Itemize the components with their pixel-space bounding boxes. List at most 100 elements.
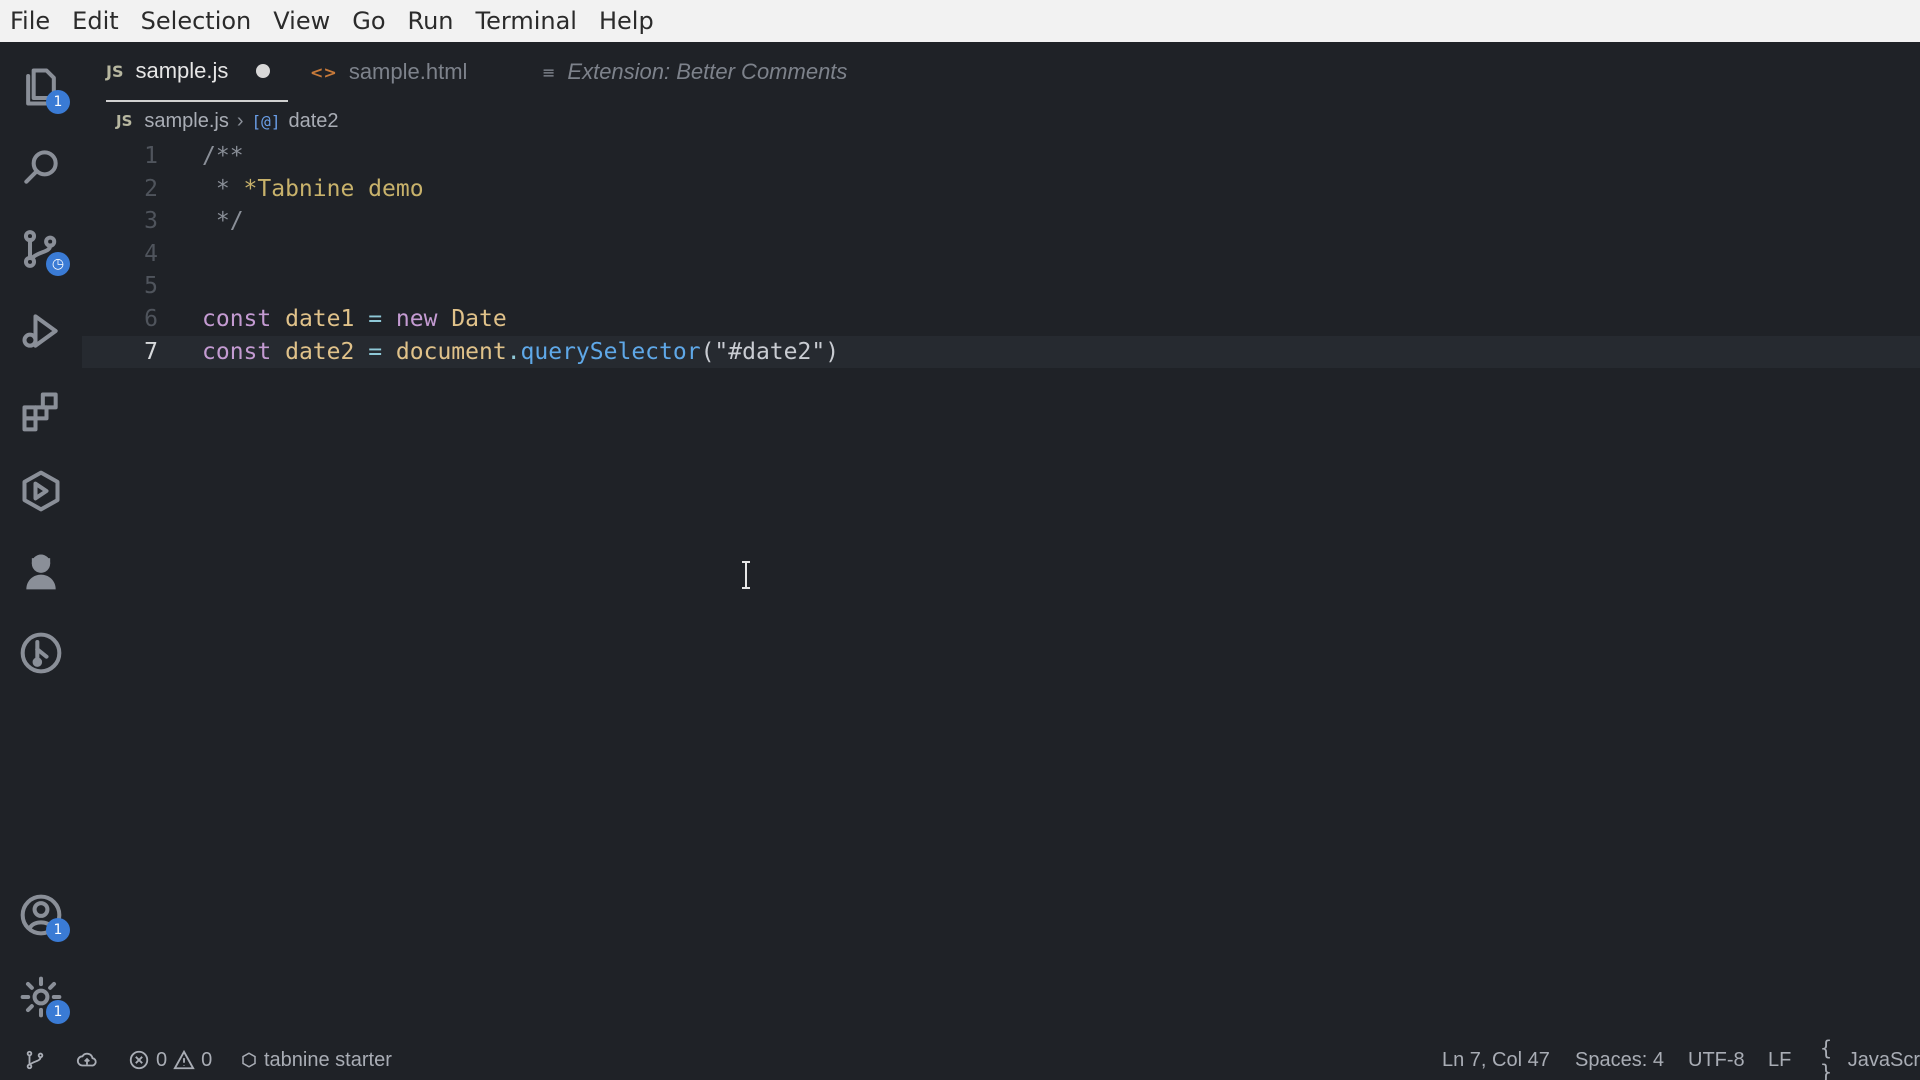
code-token: */ [202,208,244,235]
html-file-icon: <> [310,62,337,82]
menu-view[interactable]: View [273,7,330,35]
git-graph-icon [20,632,62,674]
tab-sample-html[interactable]: <> sample.html [310,42,467,102]
menu-help[interactable]: Help [599,7,654,35]
code-token: document [395,338,507,365]
user-profile-button[interactable] [16,546,66,596]
code-token: = [354,306,396,332]
tabnine-status[interactable]: tabnine starter [240,1040,392,1080]
warning-count: 0 [201,1048,213,1071]
code-text: */ [202,208,244,234]
line-number: 7 [144,338,158,365]
code-token: ) [825,338,840,365]
problems-button[interactable]: 0 0 [128,1040,212,1080]
code-token: . [506,338,521,365]
code-token: "#date2" [714,338,826,365]
line-number: 5 [144,273,158,300]
search-icon [24,150,58,184]
git-branch-icon [26,1050,44,1070]
code-line[interactable]: 4 [82,238,1920,270]
code-token: const [202,338,272,365]
code-token: ( [700,338,715,365]
menu-file[interactable]: File [10,7,50,35]
eol-label: LF [1768,1048,1792,1071]
text-cursor-icon [742,561,750,589]
explorer-button[interactable]: 1 [16,62,70,114]
line-number: 1 [144,143,158,169]
language-label: JavaScr [1847,1048,1920,1071]
warning-icon [173,1049,195,1070]
git-graph-button[interactable] [16,628,66,678]
code-line[interactable]: 3 */ [82,205,1920,237]
language-mode-button[interactable]: { } JavaScr [1820,1036,1920,1080]
search-button[interactable] [16,142,66,192]
tab-bar: JS sample.js <> sample.html ≡ Extension:… [82,42,1920,102]
eol-button[interactable]: LF [1768,1040,1791,1080]
encoding-button[interactable]: UTF-8 [1688,1040,1745,1080]
extensions-button[interactable] [16,386,66,436]
menu-run[interactable]: Run [408,7,454,35]
branch-button[interactable] [24,1040,46,1080]
menu-edit[interactable]: Edit [72,7,118,35]
tab-label: Extension: Better Comments [567,59,848,84]
js-file-icon: JS [106,61,124,81]
cloud-upload-icon [76,1052,97,1067]
menu-terminal[interactable]: Terminal [476,7,577,35]
code-line[interactable]: 2 * *Tabnine demo [82,173,1920,205]
braces-icon: { } [1820,1036,1833,1080]
code-token: date1 [285,306,355,332]
tab-label: sample.js [135,58,229,83]
line-number: 4 [144,240,158,267]
code-token: Date [451,306,507,332]
remote-explorer-button[interactable] [16,466,66,516]
clock-icon: ◷ [46,252,70,276]
tab-sample-js[interactable]: JS sample.js [106,42,289,102]
code-line[interactable]: 6 const date1 = new Date [82,303,1920,335]
code-token: new [395,306,438,332]
code-text: /** [202,143,244,169]
breadcrumb-file[interactable]: sample.js [144,110,228,133]
indentation-button[interactable]: Spaces: 4 [1575,1040,1664,1080]
code-line[interactable]: 5 [82,270,1920,302]
error-icon [129,1050,149,1070]
accounts-button[interactable]: 1 [16,890,70,942]
menu-go[interactable]: Go [352,7,385,35]
code-editor[interactable]: 1/** 2 * *Tabnine demo 3 */4 5 6 const date1 … [82,140,1920,1040]
code-text: const date1 = new Date [202,306,507,332]
accounts-badge: 1 [46,918,70,942]
tabnine-icon [242,1052,256,1068]
encoding-label: UTF-8 [1688,1048,1745,1071]
indentation-label: Spaces: 4 [1575,1048,1664,1071]
code-line[interactable]: 7 const date2 = document.querySelector("#… [82,335,1920,368]
unsaved-dot-icon[interactable] [256,64,271,78]
code-line[interactable]: 1 /** [82,140,1920,172]
symbol-variable-icon: [@] [251,111,281,131]
tab-label: sample.html [348,59,468,84]
chevron-right-icon: › [236,109,244,132]
sync-button[interactable] [76,1040,98,1080]
line-number: 3 [144,208,158,235]
line-number: 6 [144,306,158,332]
tab-extension-better-comments[interactable]: ≡ Extension: Better Comments [542,42,847,102]
code-token: * [202,175,244,202]
status-bar: 0 0 tabnine starter Ln 7, Col 47 Spaces:… [0,1036,1920,1080]
activity-bar: 1 ◷ 1 1 [0,42,82,1038]
source-control-button[interactable]: ◷ [16,224,70,276]
code-token: date2 [285,338,355,365]
preview-icon: ≡ [542,62,556,82]
run-debug-button[interactable] [16,306,66,356]
code-text: const date2 = document.querySelector("#d… [202,339,839,365]
run-debug-icon [22,314,58,348]
cursor-position[interactable]: Ln 7, Col 47 [1442,1040,1550,1080]
hexagon-icon [22,470,60,512]
code-token: *Tabnine demo [243,175,424,202]
settings-button[interactable]: 1 [16,972,70,1024]
breadcrumb: JS sample.js › [@] date2 [116,106,339,136]
breadcrumb-symbol[interactable]: date2 [288,110,338,133]
menu-selection[interactable]: Selection [141,7,252,35]
extensions-icon [22,392,58,432]
settings-badge: 1 [46,1000,70,1024]
code-text: * *Tabnine demo [202,176,424,202]
